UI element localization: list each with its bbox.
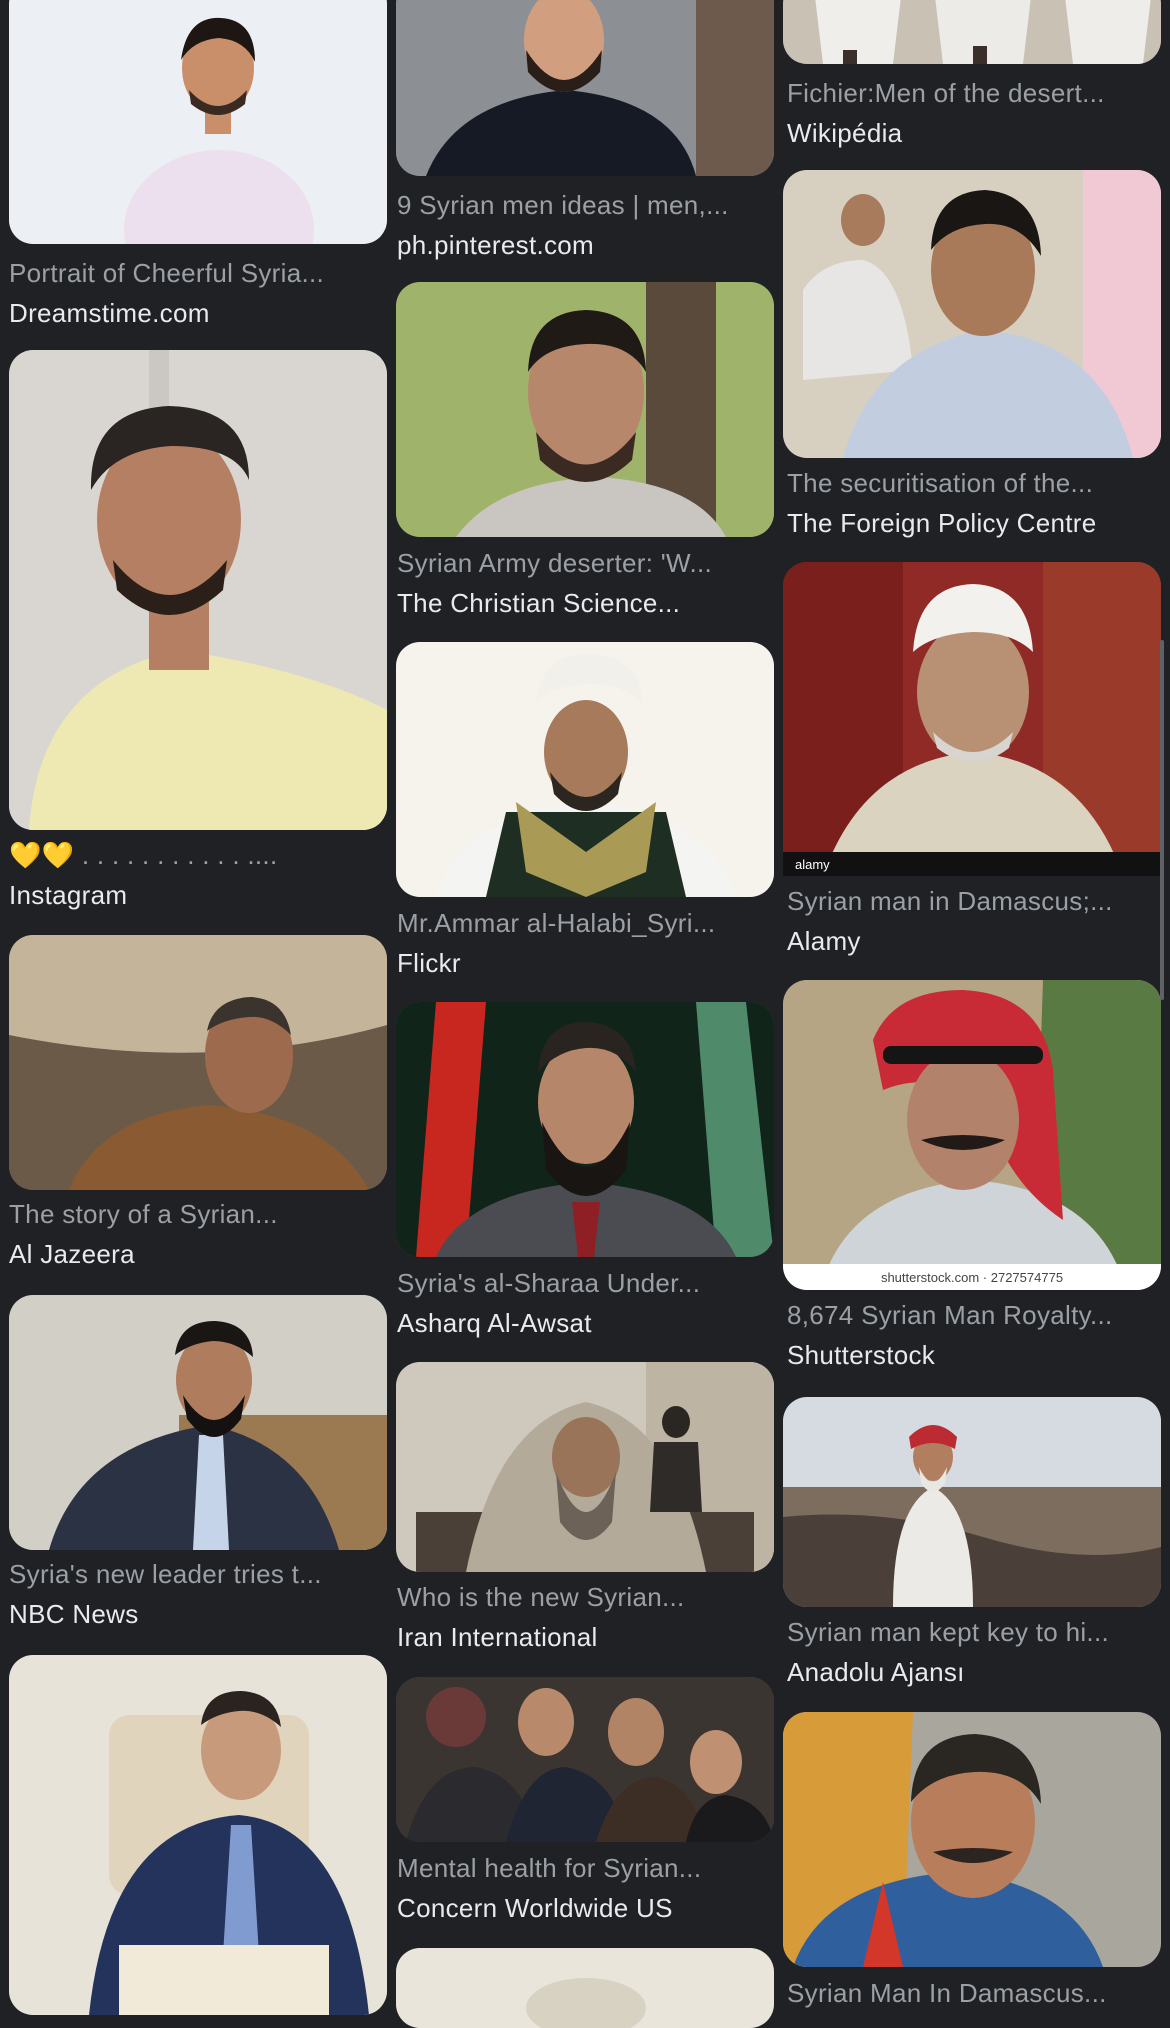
portrait-illustration <box>9 1655 387 2015</box>
portrait-illustration <box>9 1295 387 1550</box>
result-image[interactable] <box>783 1397 1161 1607</box>
portrait-illustration <box>783 0 1161 64</box>
result-source[interactable]: Anadolu Ajansı <box>787 1655 1170 1689</box>
result-caption[interactable]: Mr.Ammar al-Halabi_Syri... <box>397 906 778 940</box>
portrait-illustration <box>396 1948 774 2028</box>
result-image[interactable] <box>9 350 387 830</box>
portrait-illustration: shutterstock.com · 2727574775 <box>783 980 1161 1290</box>
result-image[interactable] <box>396 282 774 537</box>
result-image[interactable] <box>396 0 774 176</box>
result-source[interactable]: Wikipédia <box>787 116 1170 150</box>
scrollbar[interactable] <box>1160 640 1164 1000</box>
result-caption[interactable]: Syrian man in Damascus;... <box>787 884 1170 918</box>
portrait-illustration <box>396 1362 774 1572</box>
result-source[interactable]: Concern Worldwide US <box>397 1891 778 1925</box>
result-card[interactable]: Portrait of Cheerful Syria... Dreamstime… <box>0 0 388 340</box>
result-card[interactable]: The story of a Syrian... Al Jazeera <box>0 935 388 1280</box>
result-card[interactable]: Mr.Ammar al-Halabi_Syri... Flickr <box>388 642 778 992</box>
result-caption[interactable]: 9 Syrian men ideas | men,... <box>397 188 778 222</box>
result-caption[interactable]: Mental health for Syrian... <box>397 1851 778 1885</box>
result-card[interactable]: Mental health for Syrian... Concern Worl… <box>388 1677 778 1942</box>
result-source[interactable]: Shutterstock <box>787 1338 1170 1372</box>
result-source[interactable]: The Foreign Policy Centre <box>787 506 1170 540</box>
result-card[interactable]: Syrian Army deserter: 'W... The Christia… <box>388 282 778 632</box>
result-source[interactable]: Asharq Al-Awsat <box>397 1306 778 1340</box>
portrait-illustration <box>396 1677 774 1842</box>
result-image[interactable] <box>396 1677 774 1842</box>
result-caption[interactable]: The securitisation of the... <box>787 466 1170 500</box>
result-card[interactable]: shutterstock.com · 2727574775 8,674 Syri… <box>778 980 1170 1390</box>
result-image[interactable]: shutterstock.com · 2727574775 <box>783 980 1161 1290</box>
result-caption[interactable]: Syrian Army deserter: 'W... <box>397 546 778 580</box>
portrait-illustration <box>396 1002 774 1257</box>
portrait-illustration <box>783 1397 1161 1607</box>
portrait-illustration <box>396 0 774 176</box>
result-card[interactable]: Syrian man kept key to hi... Anadolu Aja… <box>778 1397 1170 1702</box>
shutterstock-watermark: shutterstock.com · 2727574775 <box>881 1270 1063 1285</box>
result-image[interactable] <box>396 1362 774 1572</box>
result-caption[interactable]: 8,674 Syrian Man Royalty... <box>787 1298 1170 1332</box>
portrait-illustration <box>396 282 774 537</box>
result-image[interactable] <box>783 0 1161 64</box>
result-image[interactable] <box>783 170 1161 458</box>
result-source[interactable]: Iran International <box>397 1620 778 1654</box>
portrait-illustration <box>396 642 774 897</box>
result-card[interactable]: Fichier:Men of the desert... Wikipédia <box>778 0 1170 160</box>
portrait-illustration <box>783 1712 1161 1967</box>
result-image[interactable] <box>9 1655 387 2015</box>
portrait-illustration <box>9 935 387 1190</box>
result-card[interactable]: Syria's al-Sharaa Under... Asharq Al-Aws… <box>388 1002 778 1352</box>
result-card[interactable]: Syrian Man In Damascus... <box>778 1712 1170 2008</box>
result-image[interactable] <box>783 1712 1161 1967</box>
result-image[interactable] <box>396 642 774 897</box>
result-image[interactable] <box>9 1295 387 1550</box>
result-card[interactable] <box>0 1655 388 2015</box>
portrait-illustration <box>9 0 387 244</box>
result-source[interactable]: Al Jazeera <box>9 1237 388 1271</box>
result-source[interactable]: ph.pinterest.com <box>397 228 778 262</box>
portrait-illustration <box>9 350 387 830</box>
result-caption[interactable]: The story of a Syrian... <box>9 1197 388 1231</box>
result-caption[interactable]: Syria's new leader tries t... <box>9 1557 388 1591</box>
result-source[interactable]: The Christian Science... <box>397 586 778 620</box>
result-caption[interactable]: Fichier:Men of the desert... <box>787 76 1170 110</box>
result-caption[interactable]: Syrian Man In Damascus... <box>787 1976 1170 2010</box>
result-caption[interactable]: 💛💛 . . . . . . . . . . . .... <box>9 838 388 872</box>
result-card[interactable]: Who is the new Syrian... Iran Internatio… <box>388 1362 778 1667</box>
result-image[interactable] <box>9 935 387 1190</box>
result-source[interactable]: Flickr <box>397 946 778 980</box>
result-image[interactable] <box>396 1002 774 1257</box>
result-caption[interactable]: Portrait of Cheerful Syria... <box>9 256 388 290</box>
result-image[interactable] <box>9 0 387 244</box>
result-card[interactable]: The securitisation of the... The Foreign… <box>778 170 1170 560</box>
result-card[interactable]: 💛💛 . . . . . . . . . . . .... Instagram <box>0 350 388 925</box>
result-source[interactable]: NBC News <box>9 1597 388 1631</box>
result-card[interactable]: alamy Syrian man in Damascus;... Alamy <box>778 562 1170 972</box>
portrait-illustration: alamy <box>783 562 1161 876</box>
result-caption[interactable]: Syria's al-Sharaa Under... <box>397 1266 778 1300</box>
result-image[interactable]: alamy <box>783 562 1161 876</box>
result-source[interactable]: Dreamstime.com <box>9 296 388 330</box>
result-card[interactable]: 9 Syrian men ideas | men,... ph.pinteres… <box>388 0 778 272</box>
result-source[interactable]: Alamy <box>787 924 1170 958</box>
result-image[interactable] <box>396 1948 774 2028</box>
result-source[interactable]: Instagram <box>9 878 388 912</box>
alamy-watermark: alamy <box>795 857 830 872</box>
result-caption[interactable]: Syrian man kept key to hi... <box>787 1615 1170 1649</box>
portrait-illustration <box>783 170 1161 458</box>
result-card[interactable] <box>388 1948 778 2028</box>
result-card[interactable]: Syria's new leader tries t... NBC News <box>0 1295 388 1640</box>
result-caption[interactable]: Who is the new Syrian... <box>397 1580 778 1614</box>
